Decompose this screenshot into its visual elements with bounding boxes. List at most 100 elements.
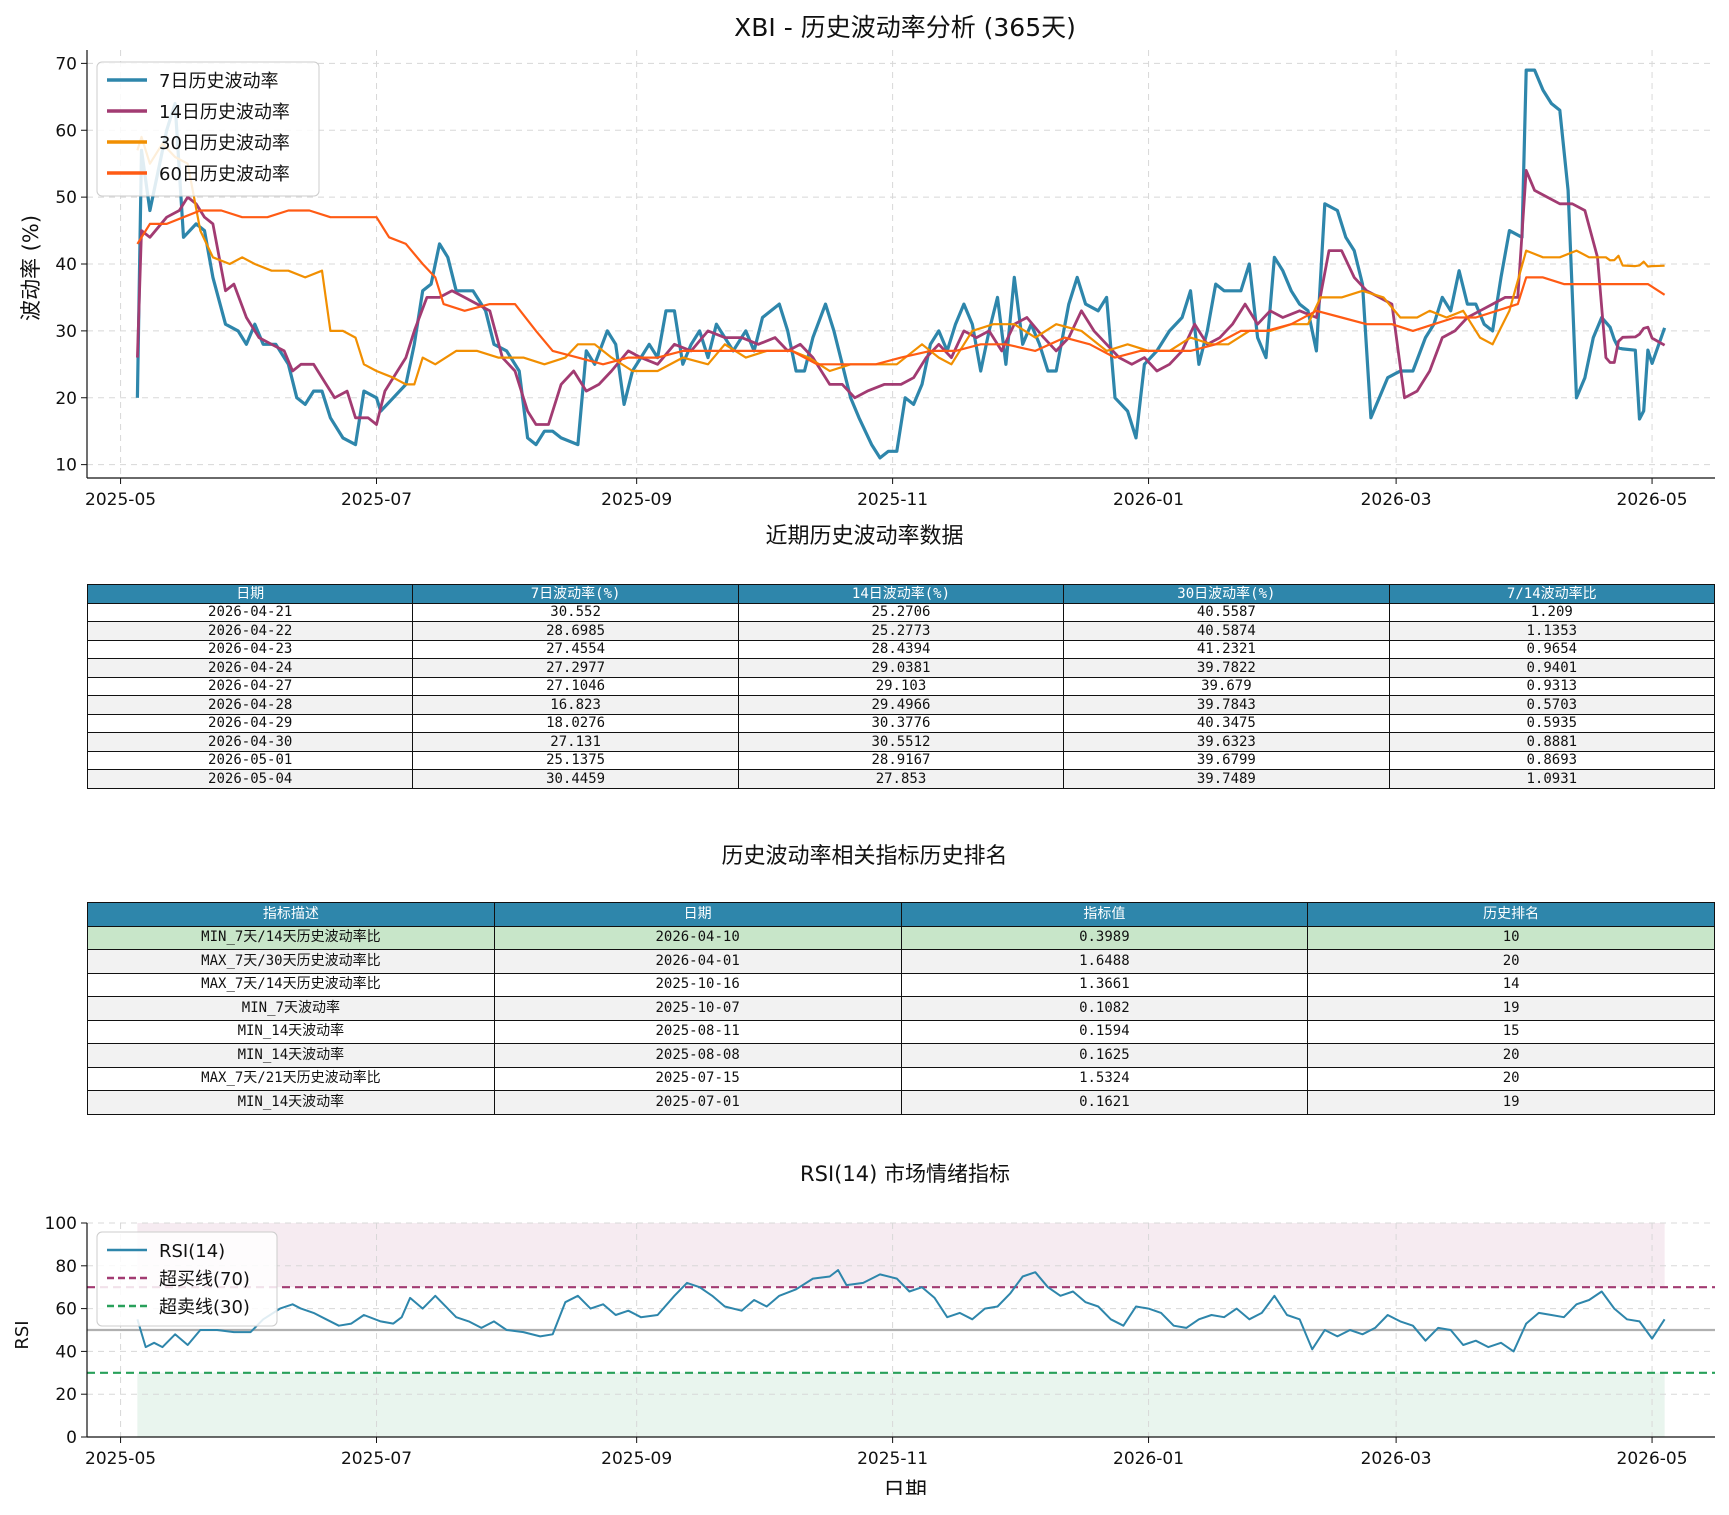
table-cell: 0.1594 (900, 1019, 1309, 1044)
table-row: MAX_7天/21天历史波动率比 2025-07-15 1.5324 20 (87, 1066, 1715, 1091)
table-cell: 20 (1307, 1043, 1715, 1068)
x-tick-label: 2026-01 (1113, 1449, 1184, 1469)
table-cell: 1.209 (1388, 602, 1716, 622)
table-cell: 0.8881 (1388, 732, 1716, 752)
rank-table-title: 历史波动率相关指标历史排名 (721, 844, 1008, 869)
x-tick-label: 2025-09 (601, 1449, 672, 1469)
column-header: 历史排名 (1307, 902, 1715, 927)
oversold-zone (137, 1372, 1665, 1437)
table-cell: 1.0931 (1388, 769, 1716, 789)
table-row: MAX_7天/30天历史波动率比 2026-04-01 1.6488 20 (87, 949, 1715, 974)
column-header: 指标描述 (87, 902, 495, 927)
table-cell: 39.7489 (1063, 769, 1390, 789)
table-row: MIN_7天波动率 2025-10-07 0.1082 19 (87, 996, 1715, 1021)
table-row: 2026-04-21 30.552 25.2706 40.5587 1.209 (86, 602, 1716, 622)
rsi-y-axis-label: RSI (12, 1320, 33, 1349)
table-cell: 29.103 (737, 676, 1065, 696)
x-tick-label: 2025-07 (341, 1449, 412, 1469)
table-cell: 2025-10-07 (493, 996, 902, 1021)
rsi-legend: RSI(14) 超买线(70) 超卖线(30) (96, 1231, 278, 1327)
legend-label: 超买线(70) (159, 1269, 250, 1290)
table-cell: 0.9401 (1388, 658, 1716, 678)
table-cell: 2026-04-21 (86, 602, 414, 622)
table-cell: 27.853 (737, 769, 1065, 789)
table-row: MIN_14天波动率 2025-08-08 0.1625 20 (87, 1043, 1715, 1068)
table-cell: 2026-05-01 (86, 750, 414, 770)
x-tick-label: 2025-09 (601, 490, 672, 510)
table-cell: 40.5874 (1063, 621, 1390, 641)
table-cell: 0.1082 (900, 996, 1309, 1021)
y-tick-label: 40 (55, 255, 77, 275)
main-y-axis-label: 波动率 (%) (19, 215, 43, 321)
table-cell: 2026-04-24 (86, 658, 414, 678)
table-header-row: 日期 7日波动率(%) 14日波动率(%) 30日波动率(%) 7/14波动率比 (86, 584, 1716, 604)
table-row: 2026-05-04 30.4459 27.853 39.7489 1.0931 (86, 769, 1716, 789)
table-cell: 2025-07-15 (493, 1066, 902, 1091)
y-tick-label: 60 (55, 1300, 77, 1320)
table-cell: 14 (1307, 972, 1715, 997)
table-cell: MAX_7天/21天历史波动率比 (87, 1066, 495, 1091)
table-cell: 0.1621 (900, 1090, 1309, 1115)
column-header: 30日波动率(%) (1063, 584, 1390, 604)
legend-label: 14日历史波动率 (159, 102, 290, 123)
table-cell: 27.131 (412, 732, 739, 752)
y-tick-label: 50 (55, 188, 77, 208)
table-cell: 16.823 (412, 695, 739, 715)
series-line-4 (136, 209, 1666, 366)
recent-volatility-table: 日期 7日波动率(%) 14日波动率(%) 30日波动率(%) 7/14波动率比… (86, 584, 1716, 789)
table-row: 2026-04-30 27.131 30.5512 39.6323 0.8881 (86, 732, 1716, 752)
y-tick-label: 70 (55, 54, 77, 74)
table-row: MIN_7天/14天历史波动率比 2026-04-10 0.3989 10 (87, 925, 1715, 950)
table-cell: MIN_14天波动率 (87, 1019, 495, 1044)
table-cell: 0.1625 (900, 1043, 1309, 1068)
table-cell: 20 (1307, 949, 1715, 974)
y-tick-label: 20 (55, 1385, 77, 1405)
y-tick-label: 100 (45, 1214, 77, 1234)
table-cell: 0.8693 (1388, 750, 1716, 770)
table-cell: 2026-04-22 (86, 621, 414, 641)
y-tick-label: 80 (55, 1257, 77, 1277)
table-row: 2026-04-24 27.2977 29.0381 39.7822 0.9401 (86, 658, 1716, 678)
table-row: MIN_14天波动率 2025-08-11 0.1594 15 (87, 1019, 1715, 1044)
table-cell: 0.3989 (900, 925, 1309, 950)
column-header: 指标值 (900, 902, 1309, 927)
table-cell: 30.5512 (737, 732, 1065, 752)
table-cell: 2026-04-29 (86, 713, 414, 733)
series-line-2 (136, 169, 1666, 426)
table-cell: 2025-07-01 (493, 1090, 902, 1115)
table-cell: 25.2706 (737, 602, 1065, 622)
table-cell: 0.5935 (1388, 713, 1716, 733)
table-cell: 2026-05-04 (86, 769, 414, 789)
table-row: 2026-04-22 28.6985 25.2773 40.5874 1.1353 (86, 621, 1716, 641)
y-tick-label: 20 (55, 389, 77, 409)
table-cell: 1.6488 (900, 949, 1309, 974)
x-tick-label: 2026-05 (1617, 490, 1688, 510)
table-cell: 30.4459 (412, 769, 739, 789)
x-tick-label: 2025-11 (857, 1449, 928, 1469)
legend-label: RSI(14) (159, 1241, 225, 1262)
main-grid (87, 50, 1715, 478)
table-row: 2026-04-28 16.823 29.4966 39.7843 0.5703 (86, 695, 1716, 715)
x-tick-label: 2025-07 (341, 490, 412, 510)
table-cell: MIN_7天/14天历史波动率比 (87, 925, 495, 950)
table-cell: 2026-04-27 (86, 676, 414, 696)
legend-label: 30日历史波动率 (159, 133, 290, 154)
main-legend: 7日历史波动率 14日历史波动率 30日历史波动率 60日历史波动率 (96, 61, 320, 197)
column-header: 14日波动率(%) (737, 584, 1065, 604)
table-cell: MIN_14天波动率 (87, 1043, 495, 1068)
table-row: 2026-04-29 18.0276 30.3776 40.3475 0.5935 (86, 713, 1716, 733)
table-cell: 10 (1307, 925, 1715, 950)
table-cell: 18.0276 (412, 713, 739, 733)
table-cell: 30.3776 (737, 713, 1065, 733)
table-cell: 28.6985 (412, 621, 739, 641)
column-header: 日期 (86, 584, 414, 604)
table-cell: 39.6799 (1063, 750, 1390, 770)
legend-label: 60日历史波动率 (159, 164, 290, 185)
table-cell: MIN_14天波动率 (87, 1090, 495, 1115)
series-line-3 (136, 135, 1665, 386)
table-cell: 2026-04-10 (493, 925, 902, 950)
legend-label: 超卖线(30) (159, 1297, 250, 1318)
x-tick-label: 2026-05 (1617, 1449, 1688, 1469)
table-cell: 27.1046 (412, 676, 739, 696)
table-cell: 1.3661 (900, 972, 1309, 997)
